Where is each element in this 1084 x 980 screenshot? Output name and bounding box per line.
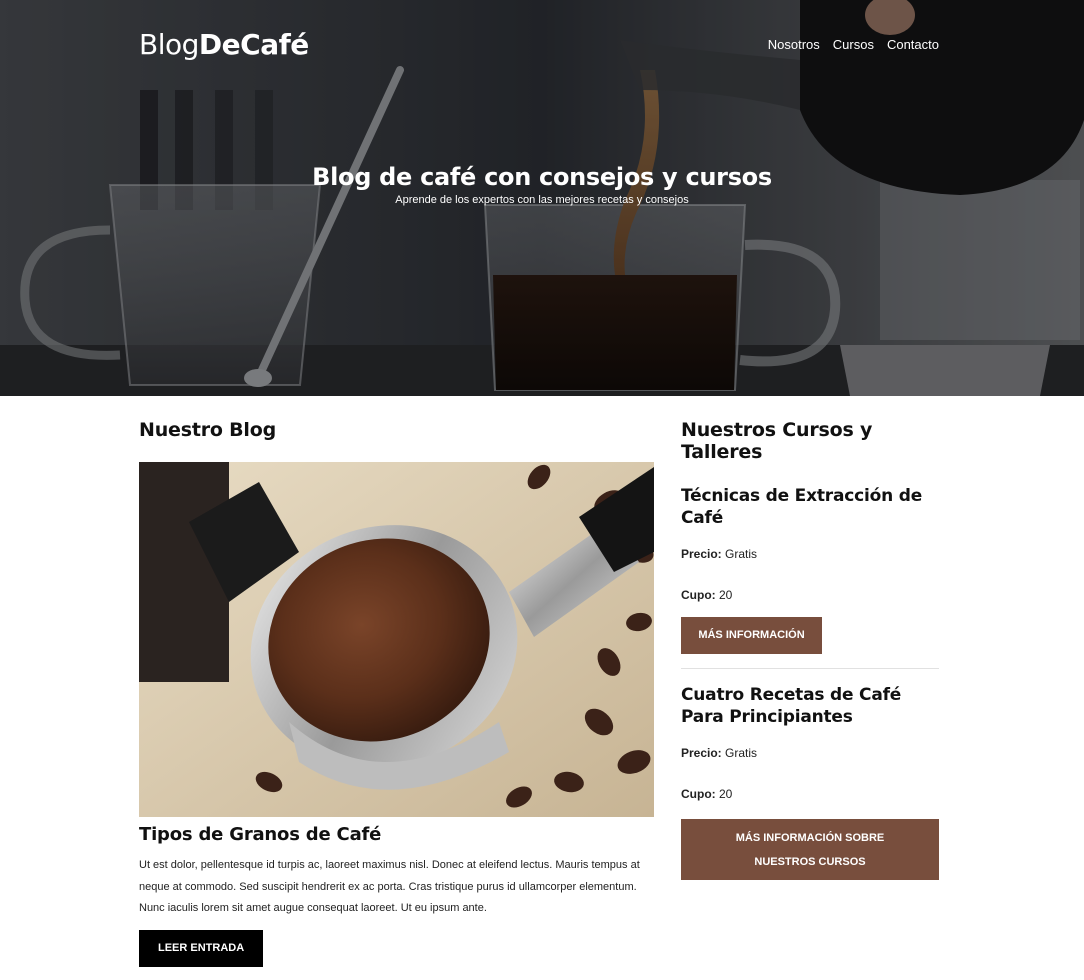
read-post-button[interactable]: Leer Entrada	[139, 929, 264, 967]
course-price: Precio: Gratis	[681, 746, 939, 760]
logo-light-text: Blog	[139, 27, 199, 61]
price-value: Gratis	[725, 547, 758, 561]
main-nav: Nosotros Cursos Contacto	[768, 37, 939, 52]
more-courses-button[interactable]: Más Información Sobre Nuestros Cursos	[681, 819, 939, 880]
course-price: Precio: Gratis	[681, 547, 939, 561]
blog-section-title: Nuestro Blog	[139, 419, 276, 441]
courses-section-title: Nuestros Cursos y Talleres	[681, 419, 873, 463]
hero-subtitle: Aprende de los expertos con las mejores …	[395, 194, 689, 206]
portafilter-coffee-image	[139, 462, 654, 817]
hero-banner: Blog DeCafé Nosotros Cursos Contacto Blog…	[0, 0, 1084, 396]
course-title: Técnicas de Extracción de Café	[681, 486, 923, 528]
main-content: Nuestro Blog Tipos de Granos de Café Ut …	[139, 396, 939, 980]
nav-link-contacto[interactable]: Contacto	[887, 37, 939, 52]
course-quota: Cupo: 20	[681, 787, 939, 801]
top-navbar: Blog DeCafé Nosotros Cursos Contacto	[139, 26, 939, 62]
post-excerpt: Ut est dolor, pellentesque id turpis ac,…	[139, 859, 640, 914]
price-label: Precio:	[681, 547, 722, 561]
nav-link-cursos[interactable]: Cursos	[833, 37, 874, 52]
courses-section: Nuestros Cursos y Talleres Técnicas de E…	[681, 396, 939, 880]
price-value: Gratis	[725, 746, 758, 760]
quota-value: 20	[719, 787, 733, 801]
quota-label: Cupo:	[681, 588, 716, 602]
price-label: Precio:	[681, 746, 722, 760]
hero-text: Blog de café con consejos y cursos Apren…	[0, 163, 1084, 206]
quota-label: Cupo:	[681, 787, 716, 801]
logo-bold-text: DeCafé	[198, 27, 309, 61]
blog-section: Nuestro Blog Tipos de Granos de Café Ut …	[139, 396, 654, 967]
quota-value: 20	[719, 588, 733, 602]
nav-link-nosotros[interactable]: Nosotros	[768, 37, 820, 52]
course-quota: Cupo: 20	[681, 588, 939, 602]
course-card: Técnicas de Extracción de Café Precio: G…	[681, 485, 939, 668]
course-title: Cuatro Recetas de Café Para Principiante…	[681, 685, 902, 727]
hero-title: Blog de café con consejos y cursos	[312, 163, 772, 191]
course-info-button[interactable]: Más Información	[681, 617, 822, 654]
site-logo[interactable]: Blog DeCafé	[139, 28, 309, 61]
course-card: Cuatro Recetas de Café Para Principiante…	[681, 668, 939, 815]
post-title[interactable]: Tipos de Granos de Café	[139, 824, 654, 845]
